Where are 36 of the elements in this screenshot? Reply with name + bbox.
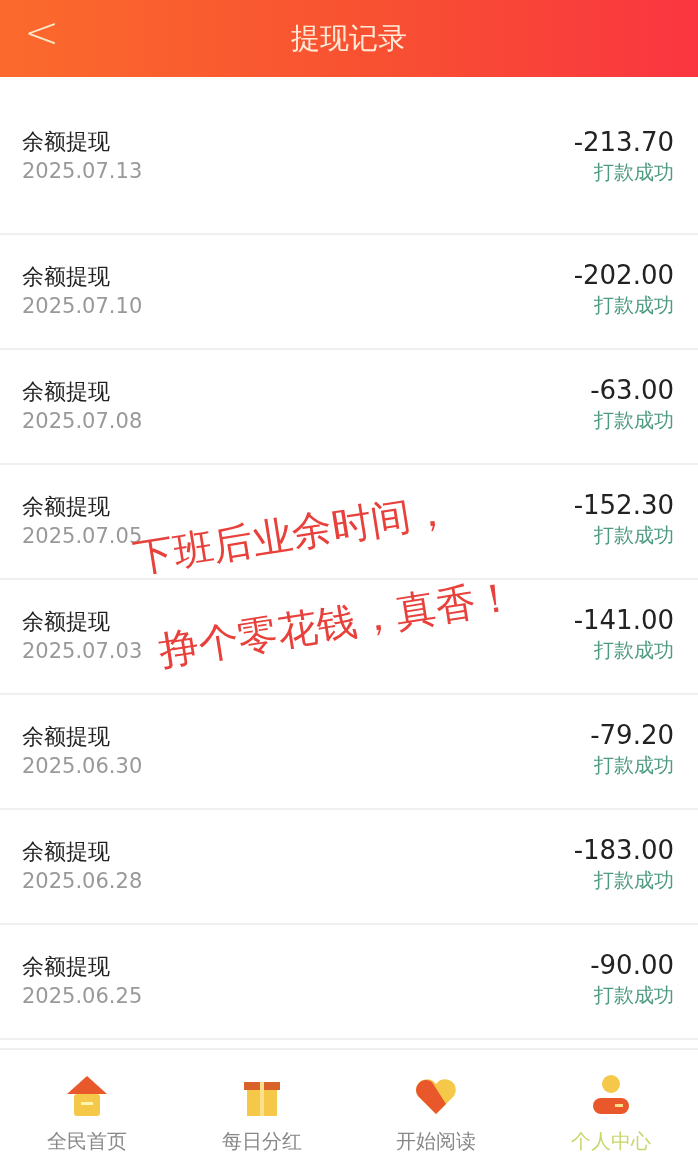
record-status: 打款成功 [594, 637, 674, 664]
page-title: 提现记录 [291, 19, 407, 57]
record-status: 打款成功 [594, 982, 674, 1009]
record-date: 2025.06.28 [22, 868, 143, 893]
record-title: 余额提现 [22, 492, 111, 521]
record-amount: -63.00 [590, 375, 674, 405]
record-amount: -79.20 [590, 720, 674, 750]
record-title: 余额提现 [22, 952, 111, 981]
tab[interactable]: 开始阅读 [349, 1050, 524, 1176]
record-status: 打款成功 [594, 752, 674, 779]
record-title: 余额提现 [22, 377, 111, 406]
record-status: 打款成功 [594, 867, 674, 894]
record-title: 余额提现 [22, 262, 111, 291]
record-status: 打款成功 [594, 522, 674, 549]
record-amount: -141.00 [573, 605, 674, 635]
tab[interactable]: 全民首页 [0, 1050, 175, 1176]
back-button[interactable]: < [16, 8, 68, 57]
record-amount: -213.70 [573, 127, 674, 157]
record-date: 2025.07.13 [22, 159, 143, 183]
record-amount: -90.00 [590, 950, 674, 980]
record-title: 余额提现 [22, 128, 111, 156]
record-date: 2025.07.08 [22, 408, 143, 433]
record-date: 2025.07.03 [22, 638, 143, 663]
record-date: 2025.06.30 [22, 753, 143, 778]
record-status: 打款成功 [594, 159, 674, 186]
record-amount: -202.00 [573, 260, 674, 290]
tab[interactable]: 每日分红 [174, 1050, 349, 1176]
record-amount: -152.30 [573, 490, 674, 520]
record-date: 2025.07.10 [22, 293, 143, 318]
record-amount: -183.00 [573, 835, 674, 865]
record-title: 余额提现 [22, 722, 111, 751]
record-date: 2025.06.25 [22, 983, 143, 1008]
record-status: 打款成功 [594, 292, 674, 319]
record-title: 余额提现 [22, 607, 111, 636]
record-title: 余额提现 [22, 837, 111, 866]
record-status: 打款成功 [594, 407, 674, 434]
